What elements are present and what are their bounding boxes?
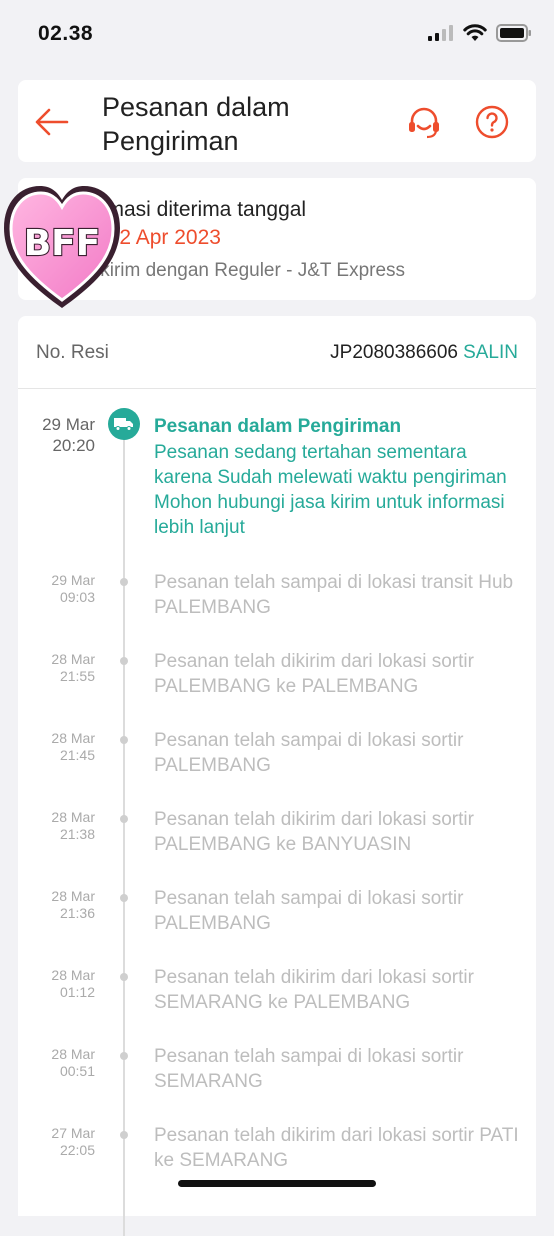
status-time: 02.38 bbox=[38, 22, 94, 45]
estimate-label: timasi diterima tanggal bbox=[96, 198, 307, 221]
bff-heart-sticker: BFF bbox=[4, 186, 120, 308]
timeline-line bbox=[123, 436, 125, 1236]
copy-tracking-button[interactable]: SALIN bbox=[463, 342, 518, 364]
event-description: Pesanan telah dikirim dari lokasi sortir… bbox=[154, 967, 474, 1013]
event-timestamp: 28 Mar 01:12 bbox=[51, 967, 95, 1000]
timeline-dot bbox=[120, 815, 128, 823]
tracking-card: No. Resi JP2080386606 SALIN 29 Mar 20:20… bbox=[18, 316, 536, 1236]
question-circle-icon bbox=[475, 105, 509, 139]
event-timestamp: 28 Mar 21:36 bbox=[51, 888, 95, 921]
event-timestamp: 29 Mar 20:20 bbox=[42, 415, 95, 455]
help-button[interactable] bbox=[472, 102, 512, 142]
event-timestamp: 29 Mar 09:03 bbox=[51, 572, 95, 605]
battery-icon bbox=[496, 24, 531, 42]
timeline-dot bbox=[120, 894, 128, 902]
event-description: Pesanan telah dikirim dari lokasi sortir… bbox=[154, 651, 474, 697]
cellular-signal-icon bbox=[428, 25, 453, 41]
timeline-dot bbox=[120, 1131, 128, 1139]
timeline-dot bbox=[120, 973, 128, 981]
customer-support-button[interactable] bbox=[404, 102, 444, 142]
wifi-icon bbox=[463, 24, 487, 41]
back-button[interactable] bbox=[32, 102, 72, 142]
sticker-text: BFF bbox=[24, 223, 101, 264]
page-title: Pesanan dalam Pengiriman bbox=[102, 92, 290, 156]
event-description: Pesanan telah sampai di lokasi sortir SE… bbox=[154, 1046, 464, 1092]
event-timestamp: 28 Mar 21:45 bbox=[51, 730, 95, 763]
event-timestamp: 28 Mar 21:38 bbox=[51, 809, 95, 842]
tracking-number-row: No. Resi JP2080386606 SALIN bbox=[18, 316, 536, 389]
timeline-dot bbox=[120, 1052, 128, 1060]
status-icons bbox=[428, 24, 532, 42]
event-timestamp: 28 Mar 21:55 bbox=[51, 651, 95, 684]
tracking-number: JP2080386606 bbox=[330, 342, 458, 363]
tracking-number-label: No. Resi bbox=[36, 342, 109, 363]
event-description: Pesanan telah dikirim dari lokasi sortir… bbox=[154, 1125, 519, 1171]
header-bar: Pesanan dalam Pengiriman bbox=[18, 80, 536, 162]
timeline-dot bbox=[120, 736, 128, 744]
event-description: Pesanan telah sampai di lokasi sortir PA… bbox=[154, 888, 464, 934]
event-timestamp: 28 Mar 00:51 bbox=[51, 1046, 95, 1079]
status-bar: 02.38 bbox=[0, 0, 554, 68]
timeline-dot bbox=[120, 657, 128, 665]
event-description: Pesanan telah sampai di lokasi transit H… bbox=[154, 572, 514, 618]
event-title: Pesanan dalam Pengiriman bbox=[154, 416, 402, 437]
event-description: Pesanan telah dikirim dari lokasi sortir… bbox=[154, 809, 474, 855]
truck-icon bbox=[108, 408, 140, 440]
event-description: Pesanan telah sampai di lokasi sortir PA… bbox=[154, 730, 464, 776]
event-description: Pesanan sedang tertahan sementara karena… bbox=[154, 442, 507, 538]
timeline-dot bbox=[120, 578, 128, 586]
home-indicator[interactable] bbox=[178, 1180, 376, 1187]
event-timestamp: 27 Mar 22:05 bbox=[51, 1125, 95, 1158]
arrow-left-icon bbox=[35, 108, 69, 136]
courier-info: ikirim dengan Reguler - J&T Express bbox=[96, 260, 406, 281]
headset-icon bbox=[409, 107, 439, 139]
